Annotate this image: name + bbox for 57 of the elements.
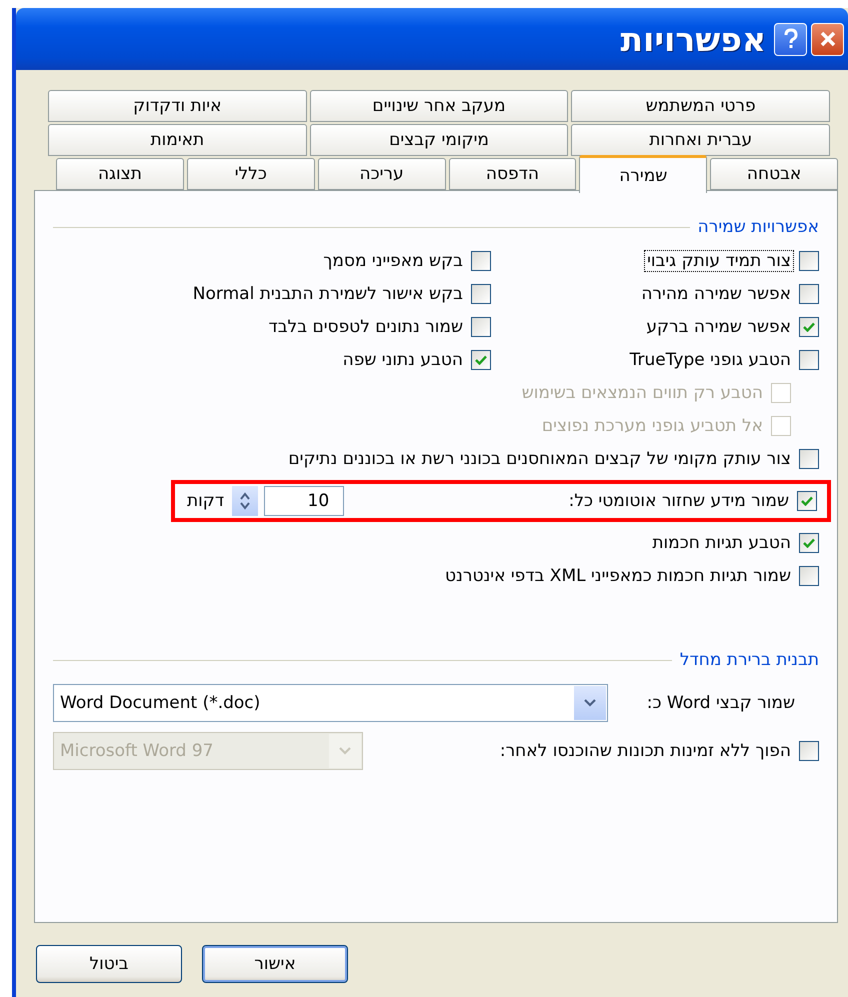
tab[interactable]: כללי: [186, 158, 315, 190]
checkbox[interactable]: [471, 317, 491, 337]
checkbox[interactable]: [799, 284, 819, 304]
format-dropdown[interactable]: Word Document (*.doc): [53, 684, 608, 722]
minutes-field[interactable]: 10: [264, 486, 344, 516]
checkbox-label[interactable]: שמור מידע שחזור אוטומטי כל:: [566, 491, 791, 511]
tab[interactable]: הדפסה: [448, 158, 576, 190]
unit-label: דקות: [186, 491, 226, 511]
checkbox-label[interactable]: צור תמיד עותק גיבוי: [645, 251, 793, 271]
checkbox-label[interactable]: אפשר שמירה ברקע: [644, 317, 793, 337]
checkbox[interactable]: [471, 284, 491, 304]
checkbox-label[interactable]: הטבע גופני TrueType: [628, 350, 793, 370]
checkbox-label[interactable]: הטבע תגיות חכמות: [650, 533, 793, 553]
tab[interactable]: תאימות: [48, 124, 307, 156]
close-button[interactable]: [811, 22, 844, 56]
window-title: אפשרויות: [620, 20, 766, 58]
spin-button[interactable]: [232, 486, 258, 516]
checkbox-label[interactable]: בקש אישור לשמירת התבנית Normal: [190, 284, 465, 304]
field-label: שמור קבצי Word כ:: [646, 693, 796, 713]
checkbox[interactable]: [797, 491, 817, 511]
checkbox-label[interactable]: בקש מאפייני מסמך: [321, 251, 465, 271]
tab[interactable]: תצוגה: [56, 158, 184, 190]
tab[interactable]: שמירה: [579, 155, 708, 193]
dialog-button[interactable]: ביטול: [36, 945, 182, 983]
section-title: אפשרויות שמירה: [698, 217, 819, 237]
check-icon: [801, 496, 813, 506]
dialog-button[interactable]: אישור: [202, 945, 348, 983]
checkbox-label[interactable]: הטבע נתוני שפה: [340, 350, 465, 370]
help-button[interactable]: [774, 22, 807, 56]
chevron-down-icon: [339, 747, 351, 755]
checkbox[interactable]: [799, 350, 819, 370]
checkbox[interactable]: [799, 449, 819, 469]
checkbox[interactable]: [471, 350, 491, 370]
checkbox-label[interactable]: צור עותק מקומי של קבצים המאוחסנים בכונני רשת או בכוננים נתיקים: [286, 449, 793, 469]
section-title: תבנית ברירת מחדל: [680, 650, 819, 670]
close-icon: [818, 30, 836, 48]
tab[interactable]: מיקומי קבצים: [310, 124, 568, 156]
checkbox[interactable]: [471, 251, 491, 271]
tab[interactable]: עברית ואחרות: [571, 124, 830, 156]
tab[interactable]: אבטחה: [710, 158, 838, 190]
checkbox-label[interactable]: שמור תגיות חכמות כמאפייני XML בדפי אינטרנט: [443, 566, 793, 586]
checkbox[interactable]: [799, 566, 819, 586]
checkbox[interactable]: [799, 317, 819, 337]
check-icon: [803, 538, 815, 548]
tab[interactable]: איות ודקדוק: [48, 90, 307, 122]
tab[interactable]: מעקב אחר שינויים: [310, 90, 568, 122]
tab[interactable]: פרטי המשתמש: [571, 90, 830, 122]
checkbox-label[interactable]: שמור נתונים לטפסים בלבד: [266, 317, 465, 337]
up-down-arrows-icon: [239, 491, 252, 511]
tab[interactable]: עריכה: [318, 158, 446, 190]
check-icon: [803, 322, 815, 332]
check-icon: [475, 355, 487, 365]
checkbox-label[interactable]: אפשר שמירה מהירה: [639, 284, 793, 304]
help-icon: [782, 28, 798, 50]
checkbox[interactable]: [799, 251, 819, 271]
checkbox[interactable]: [799, 533, 819, 553]
chevron-down-icon: [584, 699, 596, 707]
